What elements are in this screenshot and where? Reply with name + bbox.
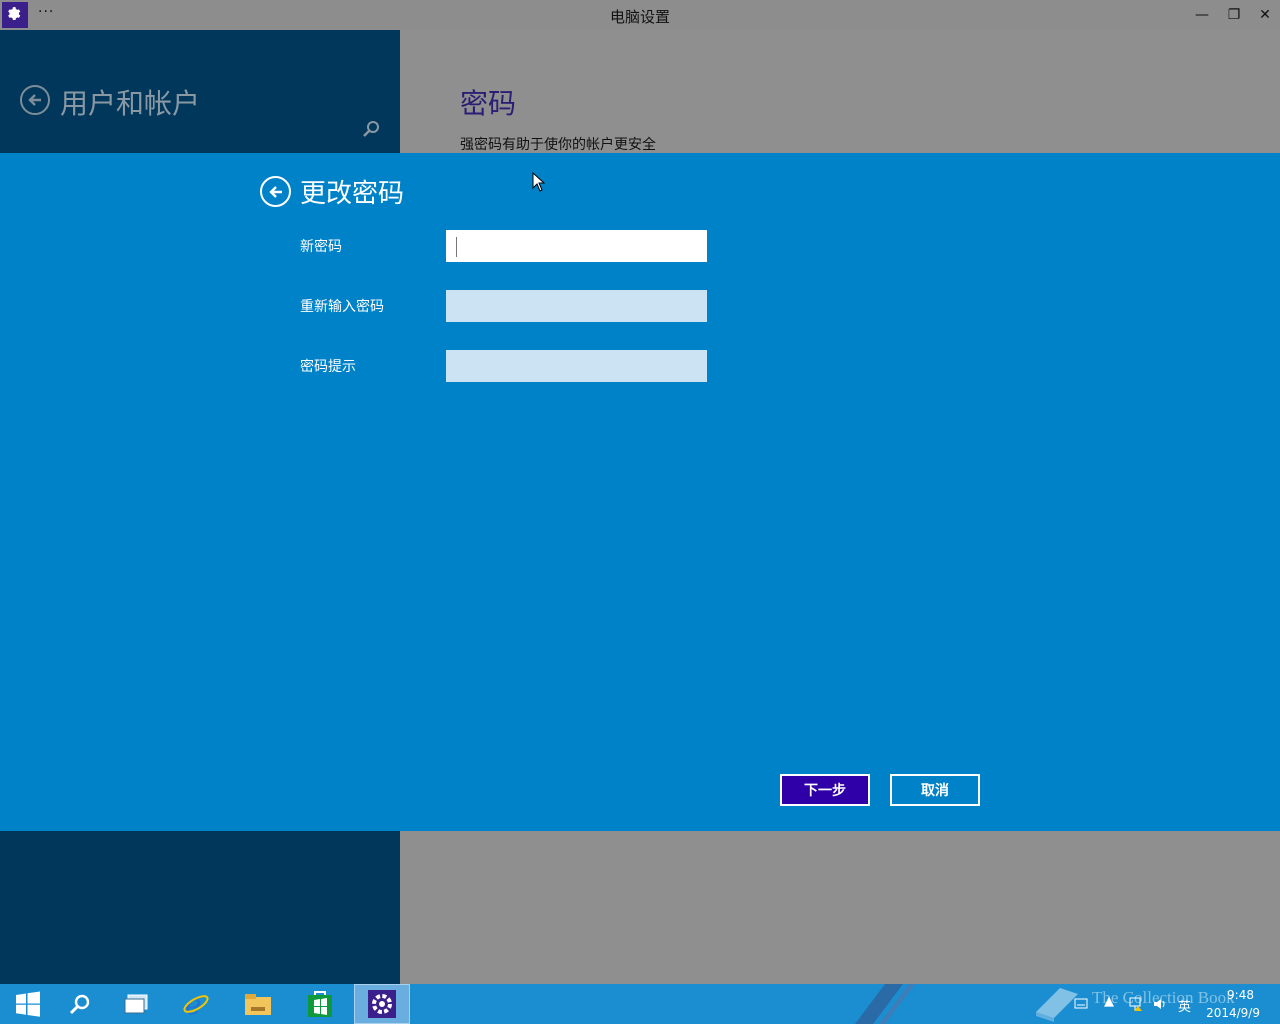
clock-date[interactable]: 2014/9/9: [1206, 1006, 1260, 1020]
sidebar-title: 用户和帐户: [60, 87, 201, 120]
change-password-dialog: 更改密码 新密码 重新输入密码 密码提示 下一步 取消: [0, 153, 1280, 831]
window-title: 电脑设置: [609, 8, 670, 26]
keyboard-icon[interactable]: [1074, 998, 1088, 1010]
clock-time[interactable]: 9:48: [1227, 988, 1254, 1002]
system-tray: The Collection Book ▲ 英 9:48 2014/9/9: [1030, 984, 1280, 1024]
folder-icon: [245, 994, 271, 1015]
volume-icon[interactable]: [1152, 996, 1168, 1012]
back-arrow-icon: [268, 185, 282, 198]
minimize-button[interactable]: —: [1190, 4, 1214, 26]
next-button[interactable]: 下一步: [780, 774, 870, 806]
sidebar-back-button[interactable]: [20, 85, 50, 115]
internet-explorer-button[interactable]: e: [168, 984, 224, 1024]
task-view-icon: [124, 994, 148, 1014]
close-button[interactable]: ✕: [1253, 4, 1277, 26]
search-icon[interactable]: [362, 120, 380, 138]
taskbar-decoration: [855, 984, 915, 1024]
store-bag-icon: [308, 991, 332, 1017]
start-button[interactable]: [0, 984, 56, 1024]
taskbar-search-button[interactable]: [52, 984, 108, 1024]
password-hint-field[interactable]: [446, 350, 707, 382]
search-icon: [69, 994, 90, 1015]
settings-gear-icon: [368, 990, 396, 1018]
dialog-back-button[interactable]: [260, 176, 291, 207]
title-bar: ··· 电脑设置 — ❐ ✕: [0, 0, 1280, 30]
task-view-button[interactable]: [108, 984, 164, 1024]
input-method-indicator[interactable]: 英: [1178, 996, 1191, 1015]
windows-logo-icon: [16, 991, 40, 1017]
reenter-password-field[interactable]: [446, 290, 707, 322]
page-description: 强密码有助于使你的帐户更安全: [460, 137, 656, 153]
new-password-field[interactable]: [446, 230, 707, 262]
dialog-title: 更改密码: [300, 179, 405, 209]
page-title: 密码: [460, 87, 517, 120]
mouse-cursor-icon: [532, 172, 546, 192]
cancel-button[interactable]: 取消: [890, 774, 980, 806]
network-icon[interactable]: [1128, 996, 1144, 1012]
password-hint-label: 密码提示: [300, 359, 356, 375]
new-password-label: 新密码: [300, 239, 342, 255]
restore-button[interactable]: ❐: [1222, 4, 1246, 26]
store-button[interactable]: [292, 984, 348, 1024]
text-caret: [456, 237, 457, 257]
taskbar: e The Collection Book ▲ 英 9:48 2014/9/9: [0, 984, 1280, 1024]
back-arrow-icon: [28, 94, 41, 106]
settings-taskbar-button[interactable]: [354, 984, 410, 1024]
internet-explorer-icon: e: [183, 989, 209, 1019]
file-explorer-button[interactable]: [230, 984, 286, 1024]
show-hidden-icons-chevron-icon[interactable]: ▲: [1104, 994, 1114, 1009]
reenter-password-label: 重新输入密码: [300, 299, 384, 315]
